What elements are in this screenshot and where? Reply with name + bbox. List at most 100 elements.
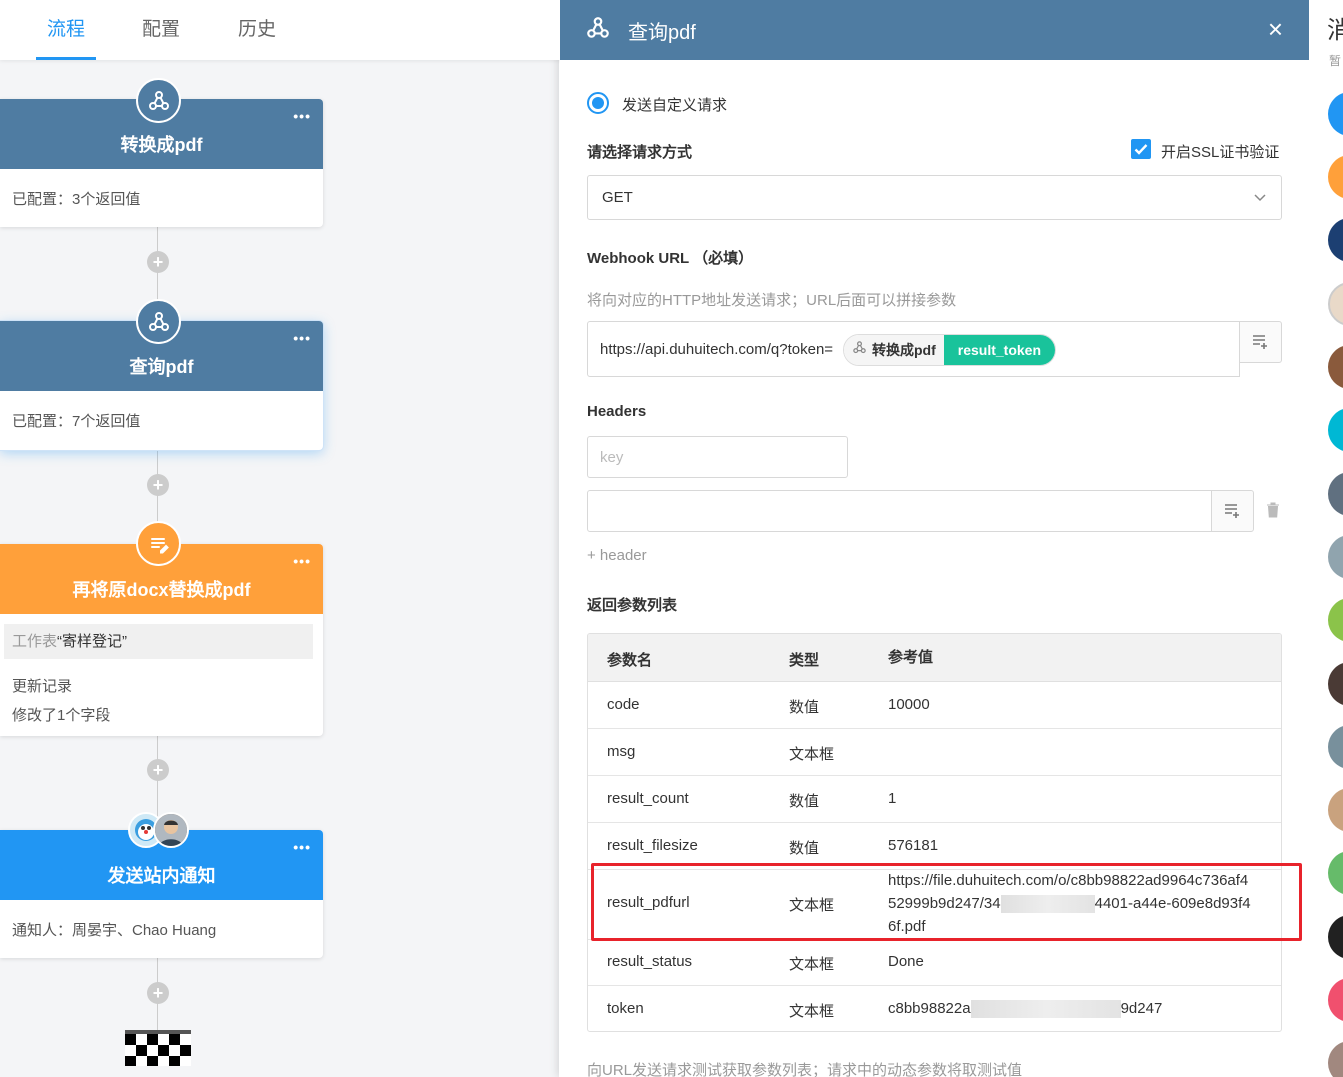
table-row: result_count 数值 1 <box>588 776 1281 823</box>
table-row: code 数值 10000 <box>588 682 1281 729</box>
param-name: result_status <box>607 953 693 970</box>
node-title: 查询pdf <box>129 357 194 377</box>
table-row: msg 文本框 <box>588 729 1281 776</box>
return-params-table: 参数名 类型 参考值 code 数值 10000 msg 文本框 result_… <box>587 633 1282 1032</box>
more-icon[interactable]: ••• <box>293 331 311 345</box>
trash-icon[interactable] <box>1266 502 1280 523</box>
avatar[interactable] <box>1328 851 1343 895</box>
param-type: 数值 <box>789 793 820 810</box>
param-value: 1 <box>888 790 897 807</box>
url-hint: 将向对应的HTTP地址发送请求；URL后面可以拼接参数 <box>587 292 957 309</box>
avatar[interactable] <box>1328 535 1343 579</box>
node-title: 转换成pdf <box>120 135 203 155</box>
insert-field-icon[interactable] <box>1211 490 1254 532</box>
avatar[interactable] <box>1328 218 1343 262</box>
table-header: 参数名 类型 参考值 <box>588 634 1281 682</box>
param-type: 文本框 <box>789 1003 835 1020</box>
avatar[interactable] <box>1328 598 1343 642</box>
chip-node-name: 转换成pdf <box>872 342 936 358</box>
param-name: result_count <box>607 790 689 807</box>
node-title: 再将原docx替换成pdf <box>72 580 251 600</box>
sidebar-title: 消 <box>1327 17 1343 44</box>
tab-config[interactable]: 配置 <box>131 0 191 60</box>
more-icon[interactable]: ••• <box>293 554 311 568</box>
add-node-button[interactable]: + <box>147 759 169 781</box>
avatar <box>153 812 189 848</box>
footer-hint: 向URL发送请求测试获取参数列表；请求中的动态参数将取测试值 <box>587 1062 1023 1077</box>
col-param-name: 参数名 <box>607 652 653 669</box>
radio-label: 发送自定义请求 <box>622 97 728 114</box>
add-node-button[interactable]: + <box>147 474 169 496</box>
header-value-input[interactable] <box>587 490 1212 532</box>
annotation-highlight-box <box>591 863 1302 941</box>
table-row: result_status 文本框 Done <box>588 940 1281 986</box>
avatar[interactable] <box>1328 408 1343 452</box>
close-icon[interactable]: × <box>1268 14 1283 44</box>
dynamic-param-chip[interactable]: 转换成pdf result_token <box>843 334 1057 366</box>
sheet-prefix: 工作表 <box>12 633 58 650</box>
param-value: 10000 <box>888 696 930 713</box>
table-row: token 文本框 c8bb98822a 9d247 <box>588 986 1281 1031</box>
webhook-icon <box>585 15 611 46</box>
webhook-url-input[interactable]: https://api.duhuitech.com/q?token= 转换成pd… <box>587 321 1240 377</box>
tab-history[interactable]: 历史 <box>227 0 287 60</box>
add-node-button[interactable]: + <box>147 982 169 1004</box>
param-value: Done <box>888 953 924 970</box>
param-name: msg <box>607 743 636 760</box>
more-icon[interactable]: ••• <box>293 109 311 123</box>
headers-label: Headers <box>587 403 647 420</box>
return-params-label: 返回参数列表 <box>587 597 678 614</box>
avatar[interactable] <box>1328 788 1343 832</box>
param-type: 数值 <box>789 840 820 857</box>
node-desc: 通知人：周晏宇、Chao Huang <box>12 922 217 939</box>
sidebar-subtitle: 暂 <box>1329 54 1342 68</box>
param-value: 576181 <box>888 837 939 854</box>
more-icon[interactable]: ••• <box>293 840 311 854</box>
col-ref-value: 参考值 <box>888 649 934 666</box>
avatar[interactable] <box>1328 662 1343 706</box>
tab-flow[interactable]: 流程 <box>36 0 96 60</box>
value-part: c8bb98822a <box>888 1000 971 1017</box>
node-detail: 修改了1个字段 <box>12 707 111 724</box>
value-part: 9d247 <box>1120 1000 1163 1017</box>
url-text: https://api.duhuitech.com/q?token= <box>600 341 834 358</box>
avatar[interactable] <box>1328 472 1343 516</box>
avatar[interactable] <box>1328 1041 1343 1077</box>
avatar[interactable] <box>1328 92 1343 136</box>
method-value: GET <box>602 189 633 206</box>
panel-header: 查询pdf × <box>559 0 1309 60</box>
workflow-node-replace-docx[interactable]: 再将原docx替换成pdf ••• 工作表“寄样登记” 更新记录 修改了1个字段 <box>0 544 323 736</box>
top-nav: 流程 配置 历史 <box>0 0 560 60</box>
workflow-node-notify[interactable]: 发送站内通知 ••• 通知人：周晏宇、Chao Huang <box>0 830 323 958</box>
url-label: Webhook URL （必填） <box>587 250 754 267</box>
param-type: 文本框 <box>789 746 835 763</box>
key-placeholder: key <box>600 449 624 466</box>
chevron-down-icon <box>1253 190 1267 209</box>
node-desc: 已配置：3个返回值 <box>12 191 141 208</box>
webhook-icon <box>136 299 181 344</box>
avatar[interactable] <box>1328 345 1343 389</box>
chip-field-name: result_token <box>943 335 1056 365</box>
workflow-canvas: 流程 配置 历史 + + + + 转换成pdf ••• 已配置：3个返回值 查询… <box>0 0 560 1077</box>
avatar[interactable] <box>1328 155 1343 199</box>
method-select[interactable]: GET <box>587 175 1282 220</box>
custom-request-radio[interactable] <box>587 92 609 114</box>
header-key-input[interactable]: key <box>587 436 848 478</box>
node-desc: 已配置：7个返回值 <box>12 413 141 430</box>
avatar[interactable] <box>1328 978 1343 1022</box>
avatar[interactable] <box>1328 915 1343 959</box>
param-value: c8bb98822a 9d247 <box>888 997 1268 1020</box>
param-name: result_filesize <box>607 837 698 854</box>
ssl-label: 开启SSL证书验证 <box>1161 144 1280 161</box>
message-sidebar: 消 暂 <box>1309 0 1343 1077</box>
col-type: 类型 <box>789 652 820 669</box>
param-type: 文本框 <box>789 956 835 973</box>
add-header-link[interactable]: + header <box>587 547 647 564</box>
avatar[interactable] <box>1328 725 1343 769</box>
avatar[interactable] <box>1328 282 1343 326</box>
ssl-checkbox[interactable] <box>1131 139 1151 159</box>
node-config-panel: 查询pdf × 发送自定义请求 请选择请求方式 开启SSL证书验证 GET We… <box>559 0 1309 1077</box>
insert-field-icon[interactable] <box>1239 321 1282 363</box>
param-type: 数值 <box>789 699 820 716</box>
add-node-button[interactable]: + <box>147 251 169 273</box>
